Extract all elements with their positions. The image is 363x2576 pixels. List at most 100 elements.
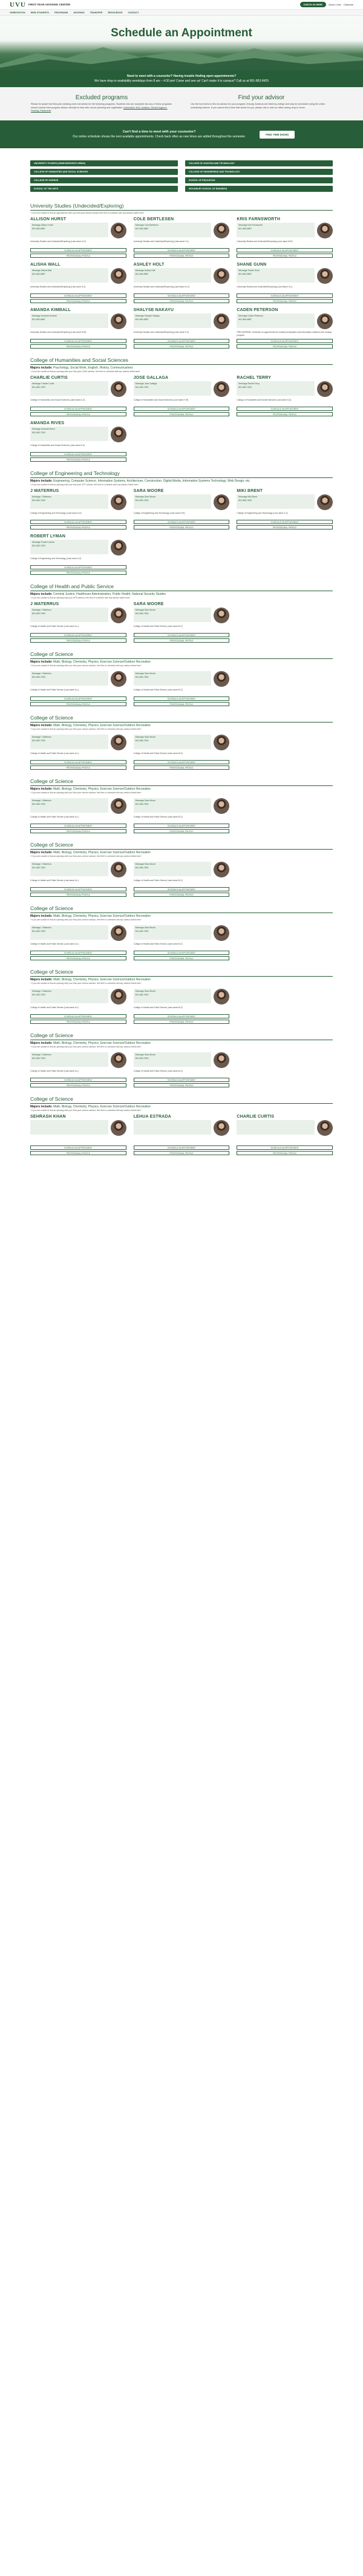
professional-profile-button[interactable]: PROFESSIONAL PROFILE [133,956,230,961]
schedule-appointment-button[interactable]: SCHEDULE AN APPOINTMENT [30,407,126,411]
schedule-appointment-button[interactable]: SCHEDULE AN APPOINTMENT [133,633,230,638]
advisor-contact[interactable]: Message J Waterrus 801-863-7500 [30,735,108,750]
advisor-contact[interactable] [133,1120,212,1135]
subnav-orientation[interactable]: ORIENTATION [10,11,25,14]
professional-profile-button[interactable]: PROFESSIONAL PROFILE [237,1151,333,1156]
subnav-advising[interactable]: ADVISING [73,11,84,14]
uvu-logo[interactable]: UVU [10,1,26,8]
schedule-appointment-button[interactable]: SCHEDULE AN APPOINTMENT [133,951,230,955]
professional-profile-button[interactable]: PROFESSIONAL PROFILE [30,893,126,897]
professional-profile-button[interactable]: PROFESSIONAL PROFILE [30,571,126,575]
college-button[interactable]: COLLEGE OF AVIATION AND TECHNOLOGY [185,160,333,167]
schedule-appointment-button[interactable]: SCHEDULE AN APPOINTMENT [30,1014,126,1019]
schedule-appointment-button[interactable]: SCHEDULE AN APPOINTMENT [133,887,230,892]
schedule-appointment-button[interactable]: SCHEDULE AN APPOINTMENT [133,760,230,765]
schedule-appointment-button[interactable]: SCHEDULE AN APPOINTMENT [30,887,126,892]
college-button[interactable]: COLLEGE OF ENGINEERING AND TECHNOLOGY [185,169,333,175]
professional-profile-button[interactable]: PROFESSIONAL PROFILE [237,344,333,349]
professional-profile-button[interactable]: PROFESSIONAL PROFILE [133,344,230,349]
advisor-contact[interactable]: Message Robert Lyman 801-863-7500 [30,540,108,555]
advisor-contact[interactable] [237,1120,315,1135]
advisor-contact[interactable] [30,1120,108,1135]
nav-quick-links[interactable]: Quick Links [329,3,341,6]
advisor-contact[interactable]: Message J Waterrus 801-863-7500 [30,798,108,813]
advisor-contact[interactable]: Message Sara Moore 801-863-7500 [133,608,212,623]
advisor-contact[interactable]: Message J Waterrus 801-863-7500 [30,989,108,1004]
professional-profile-button[interactable]: PROFESSIONAL PROFILE [30,457,126,462]
schedule-appointment-button[interactable]: SCHEDULE AN APPOINTMENT [133,1014,230,1019]
advisor-contact[interactable]: Message Rachel Terry 801-863-7000 [237,381,315,396]
professional-profile-button[interactable]: PROFESSIONAL PROFILE [30,638,126,643]
schedule-appointment-button[interactable]: SCHEDULE AN APPOINTMENT [30,696,126,701]
professional-profile-button[interactable]: PROFESSIONAL PROFILE [133,765,230,770]
advisor-contact[interactable]: Message Sara Moore 801-863-7500 [133,671,212,686]
advisor-contact[interactable]: Message J Waterrus 801-863-7500 [30,862,108,877]
schedule-appointment-button[interactable]: SCHEDULE AN APPOINTMENT [133,293,230,298]
professional-profile-button[interactable]: PROFESSIONAL PROFILE [237,525,333,530]
college-button[interactable]: COLLEGE OF HUMANITIES AND SOCIAL SCIENCE… [30,169,178,175]
advisor-contact[interactable]: Message Sara Moore 801-863-7500 [133,1052,212,1067]
advisor-contact[interactable]: Message Allison Hurst 801-863-6887 [30,223,108,238]
schedule-appointment-button[interactable]: SCHEDULE AN APPOINTMENT [237,248,333,253]
schedule-appointment-button[interactable]: SCHEDULE AN APPOINTMENT [133,1145,230,1150]
advisor-contact[interactable]: Message J Waterrus 801-863-7500 [30,494,108,510]
professional-profile-button[interactable]: PROFESSIONAL PROFILE [133,1020,230,1024]
professional-profile-button[interactable]: PROFESSIONAL PROFILE [237,254,333,258]
professional-profile-button[interactable]: PROFESSIONAL PROFILE [133,829,230,834]
schedule-appointment-button[interactable]: SCHEDULE AN APPOINTMENT [237,1145,333,1150]
subnav-contact[interactable]: CONTACT [128,11,139,14]
professional-profile-button[interactable]: PROFESSIONAL PROFILE [30,299,126,304]
schedule-appointment-button[interactable]: SCHEDULE AN APPOINTMENT [237,293,333,298]
subnav-new-students[interactable]: NEW STUDENTS [31,11,49,14]
professional-profile-button[interactable]: PROFESSIONAL PROFILE [133,702,230,707]
schedule-appointment-button[interactable]: SCHEDULE AN APPOINTMENT [133,696,230,701]
schedule-appointment-button[interactable]: SCHEDULE AN APPOINTMENT [30,633,126,638]
schedule-appointment-button[interactable]: SCHEDULE AN APPOINTMENT [30,520,126,525]
professional-profile-button[interactable]: PROFESSIONAL PROFILE [133,525,230,530]
professional-profile-button[interactable]: PROFESSIONAL PROFILE [30,254,126,258]
professional-profile-button[interactable]: PROFESSIONAL PROFILE [30,765,126,770]
advisor-contact[interactable]: Message Charlie Curtis 801-863-7000 [30,381,108,396]
advisor-contact[interactable]: Message J Waterrus 801-863-7500 [30,925,108,940]
schedule-appointment-button[interactable]: SCHEDULE AN APPOINTMENT [133,339,230,344]
professional-profile-button[interactable]: PROFESSIONAL PROFILE [30,344,126,349]
schedule-appointment-button[interactable]: SCHEDULE AN APPOINTMENT [237,407,333,411]
advisor-contact[interactable]: Message Sara Moore 801-863-7500 [133,862,212,877]
subnav-programs[interactable]: PROGRAMS [54,11,68,14]
college-button[interactable]: SCHOOL OF EDUCATION [185,177,333,184]
schedule-appointment-button[interactable]: SCHEDULE AN APPOINTMENT [133,824,230,828]
professional-profile-button[interactable]: PROFESSIONAL PROFILE [30,412,126,417]
schedule-appointment-button[interactable]: SCHEDULE AN APPOINTMENT [133,407,230,411]
advisor-contact[interactable]: Message J Waterrus 801-863-7500 [30,608,108,623]
advisor-contact[interactable]: Message Caden Peterson 801-863-6887 [237,313,315,329]
schedule-appointment-button[interactable]: SCHEDULE AN APPOINTMENT [30,951,126,955]
professional-profile-button[interactable]: PROFESSIONAL PROFILE [30,1020,126,1024]
schedule-appointment-button[interactable]: SCHEDULE AN APPOINTMENT [133,248,230,253]
advisor-contact[interactable]: Message Miki Brent 801-863-7500 [237,494,315,510]
college-button[interactable]: COLLEGE OF SCIENCE [30,177,178,184]
advisor-contact[interactable]: Message Sara Moore 801-863-7500 [133,798,212,813]
professional-profile-button[interactable]: PROFESSIONAL PROFILE [30,1083,126,1088]
professional-profile-button[interactable]: PROFESSIONAL PROFILE [237,412,333,417]
advisor-contact[interactable]: Message Shalyse Nakayu 801-863-6887 [133,313,212,329]
schedule-appointment-button[interactable]: SCHEDULE AN APPOINTMENT [30,248,126,253]
advisor-contact[interactable]: Message Amanda Kimball 801-863-6887 [30,313,108,329]
advisor-contact[interactable]: Message Amanda Rives 801-863-7000 [30,427,108,442]
professional-profile-button[interactable]: PROFESSIONAL PROFILE [133,1151,230,1156]
subnav-transfer[interactable]: TRANSFER [90,11,103,14]
professional-profile-button[interactable]: PROFESSIONAL PROFILE [30,525,126,530]
advisor-contact[interactable]: Message Sara Moore 801-863-7500 [133,989,212,1004]
college-button[interactable]: UNIVERSITY STUDIES (UNDECIDED/EXPLORING) [30,160,178,167]
schedule-appointment-button[interactable]: SCHEDULE AN APPOINTMENT [30,565,126,570]
schedule-appointment-button[interactable]: SCHEDULE AN APPOINTMENT [30,1145,126,1150]
professional-profile-button[interactable]: PROFESSIONAL PROFILE [30,956,126,961]
schedule-appointment-button[interactable]: SCHEDULE AN APPOINTMENT [30,452,126,457]
advisor-contact[interactable]: Message Jose Gallaga 801-863-7000 [133,381,212,396]
professional-profile-button[interactable]: PROFESSIONAL PROFILE [133,412,230,417]
advisor-contact[interactable]: Message J Waterrus 801-863-7500 [30,671,108,686]
schedule-appointment-button[interactable]: SCHEDULE AN APPOINTMENT [237,339,333,344]
schedule-appointment-button[interactable]: SCHEDULE AN APPOINTMENT [133,1078,230,1083]
professional-profile-button[interactable]: PROFESSIONAL PROFILE [133,893,230,897]
advisor-contact[interactable]: Message Sara Moore 801-863-7500 [133,494,212,510]
advisor-contact[interactable]: Message Sara Moore 801-863-7500 [133,925,212,940]
